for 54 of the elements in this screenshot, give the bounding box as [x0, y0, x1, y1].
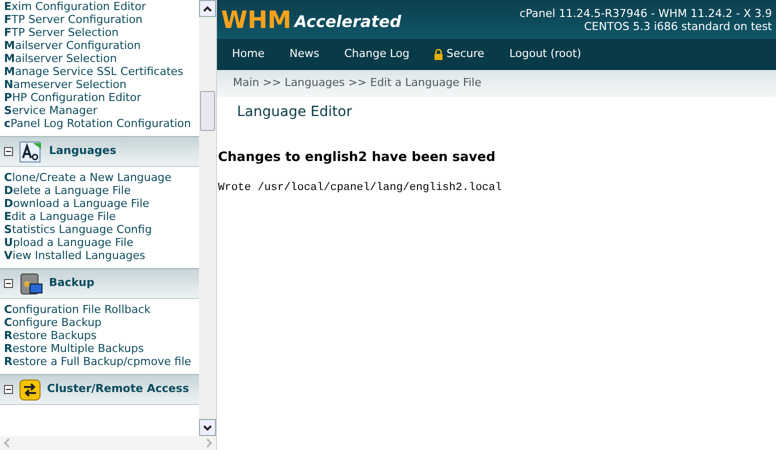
logo-text: WHM: [221, 6, 292, 32]
sidebar-link[interactable]: Restore a Full Backup/cpmove file: [4, 355, 196, 368]
section-title: Backup: [49, 275, 94, 292]
nav-link[interactable]: News: [289, 46, 320, 63]
section-title: Languages: [49, 143, 116, 160]
sidebar-link[interactable]: View Installed Languages: [4, 249, 196, 262]
arrows-icon: [19, 378, 41, 400]
sidebar-link[interactable]: Edit a Language File: [4, 210, 196, 223]
status-message: Changes to english2 have been saved: [217, 149, 496, 167]
scroll-up-button[interactable]: [199, 0, 216, 17]
section-header[interactable]: Backup: [0, 268, 200, 299]
sidebar-link[interactable]: cPanel Log Rotation Configuration: [4, 117, 196, 130]
sidebar-link[interactable]: Upload a Language File: [4, 236, 196, 249]
server-info-text: CENTOS 5.3 i686 standard on test: [584, 20, 772, 32]
sidebar-link[interactable]: Mailserver Selection: [4, 52, 196, 65]
sidebar-link[interactable]: Configure Backup: [4, 316, 196, 329]
collapse-toggle[interactable]: [4, 279, 13, 288]
sidebar-link[interactable]: Delete a Language File: [4, 184, 196, 197]
chevron-down-icon: [203, 424, 212, 430]
collapse-toggle[interactable]: [4, 147, 13, 156]
sidebar-link[interactable]: Restore Multiple Backups: [4, 342, 196, 355]
letters-icon: [19, 140, 43, 164]
section-title: Cluster/Remote Access: [47, 381, 189, 398]
section-header[interactable]: Cluster/Remote Access: [0, 374, 200, 405]
section-header[interactable]: Languages: [0, 136, 200, 167]
collapse-toggle[interactable]: [4, 385, 13, 394]
logo-subtitle: Accelerated: [294, 10, 402, 32]
sidebar-link[interactable]: Download a Language File: [4, 197, 196, 210]
scroll-thumb[interactable]: [200, 91, 215, 131]
nav-link[interactable]: Secure: [434, 46, 484, 63]
sidebar-link[interactable]: FTP Server Selection: [4, 26, 196, 39]
chevron-up-icon: [203, 6, 212, 12]
breadcrumb: Main >> Languages >> Edit a Language File: [217, 70, 776, 97]
nav-link[interactable]: Home: [232, 46, 264, 63]
sidebar-link[interactable]: Mailserver Configuration: [4, 39, 196, 52]
sidebar-link[interactable]: Manage Service SSL Certificates: [4, 65, 196, 78]
sidebar-link[interactable]: FTP Server Configuration: [4, 13, 196, 26]
sidebar-link[interactable]: Clone/Create a New Language: [4, 171, 196, 184]
scroll-down-button[interactable]: [199, 419, 216, 436]
version-text: cPanel 11.24.5-R37946 - WHM 11.24.2 - X 3.9: [520, 6, 772, 20]
sidebar-link[interactable]: Statistics Language Config: [4, 223, 196, 236]
sidebar-link[interactable]: Service Manager: [4, 104, 196, 117]
output-text: Wrote /usr/local/cpanel/lang/english2.local: [217, 180, 503, 196]
sidebar-link[interactable]: Restore Backups: [4, 329, 196, 342]
page-title: Language Editor: [236, 103, 353, 122]
lock-icon: [434, 49, 444, 60]
vertical-scrollbar[interactable]: [199, 0, 216, 436]
safe-icon: [19, 272, 43, 296]
sidebar-link[interactable]: Nameserver Selection: [4, 78, 196, 91]
sidebar-link[interactable]: Configuration File Rollback: [4, 303, 196, 316]
sidebar-link[interactable]: PHP Configuration Editor: [4, 91, 196, 104]
nav-link[interactable]: Logout (root): [509, 46, 582, 63]
sidebar-link[interactable]: Exim Configuration Editor: [4, 0, 196, 13]
nav-link[interactable]: Change Log: [344, 46, 410, 63]
